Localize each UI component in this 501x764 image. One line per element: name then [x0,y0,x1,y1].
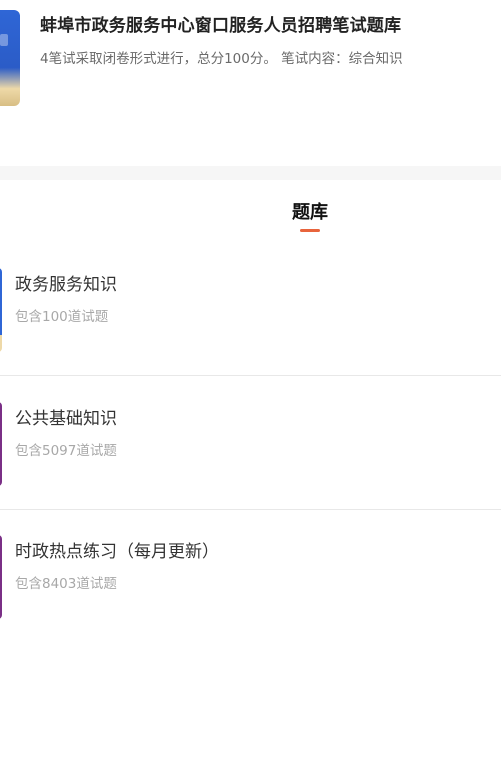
list-divider [0,375,501,376]
bank-question-count: 包含100道试题 [15,309,109,325]
cover-highlight [0,34,8,46]
bank-thumbnail-icon [0,268,2,352]
section-title: 题库 [292,202,328,223]
bank-question-count: 包含5097道试题 [15,443,117,459]
bank-name: 时政热点练习（每月更新） [15,542,219,562]
bank-item-current-affairs[interactable]: 时政热点练习（每月更新） 包含8403道试题 [0,535,501,668]
exam-header-card[interactable]: 蚌埠市政务服务中心窗口服务人员招聘笔试题库 4笔试采取闭卷形式进行，总分100分… [0,0,501,166]
bank-item-gov-service[interactable]: 政务服务知识 包含100道试题 [0,268,501,401]
bank-name: 公共基础知识 [15,409,117,429]
list-divider [0,509,501,510]
bank-thumbnail-icon [0,402,2,486]
section-title-underline [300,229,320,232]
section-separator [0,166,501,180]
exam-title: 蚌埠市政务服务中心窗口服务人员招聘笔试题库 [40,16,402,36]
book-cover-icon [0,10,20,106]
bank-question-count: 包含8403道试题 [15,576,117,592]
exam-description: 4笔试采取闭卷形式进行，总分100分。 笔试内容：综合知识 [40,51,403,67]
bank-item-public-basics[interactable]: 公共基础知识 包含5097道试题 [0,402,501,535]
bank-thumbnail-icon [0,535,2,619]
question-bank-page: 蚌埠市政务服务中心窗口服务人员招聘笔试题库 4笔试采取闭卷形式进行，总分100分… [0,0,501,764]
bank-name: 政务服务知识 [15,275,117,295]
